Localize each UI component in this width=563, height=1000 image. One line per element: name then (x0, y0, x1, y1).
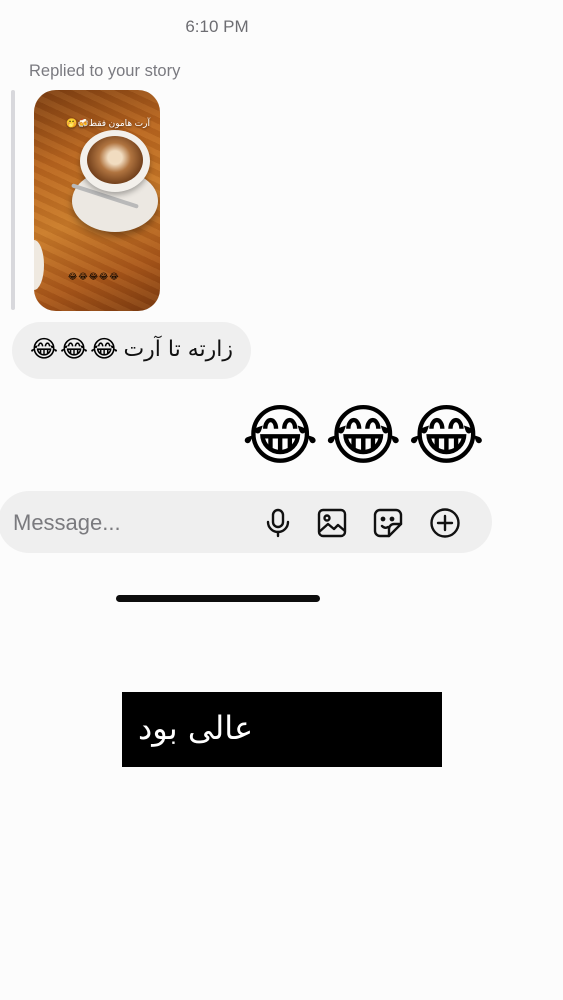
message-emojis: 😂😂😂 (30, 336, 121, 363)
story-thumbnail[interactable]: آرت هامون فقط🍻🤭 😂😂😂😂😂 (34, 90, 160, 311)
plus-circle-icon[interactable] (429, 507, 461, 539)
latte-art (87, 136, 143, 184)
image-icon[interactable] (316, 507, 348, 539)
outgoing-emoji-message[interactable]: 😂😂😂 (242, 402, 491, 468)
story-caption: آرت هامون فقط🍻🤭 (66, 118, 150, 128)
story-emoji-row: 😂😂😂😂😂 (68, 272, 120, 281)
microphone-icon[interactable] (262, 507, 294, 539)
message-input[interactable] (11, 505, 245, 541)
message-composer (0, 491, 492, 553)
reply-indicator-bar (11, 90, 15, 310)
home-indicator[interactable] (116, 595, 320, 602)
message-timestamp: 6:10 PM (185, 17, 249, 36)
replied-to-story-label: Replied to your story (29, 62, 181, 80)
overlay-emojis: 😂😂😂😂 (260, 711, 423, 749)
message-text: زارته تا آرت (123, 337, 233, 362)
incoming-message-bubble[interactable]: 😂😂😂 زارته تا آرت (12, 322, 251, 379)
overlay-text: عالی بود (138, 709, 254, 747)
sticker-icon[interactable] (372, 507, 404, 539)
caption-overlay: عالی بود 😂😂😂😂 (122, 692, 442, 767)
